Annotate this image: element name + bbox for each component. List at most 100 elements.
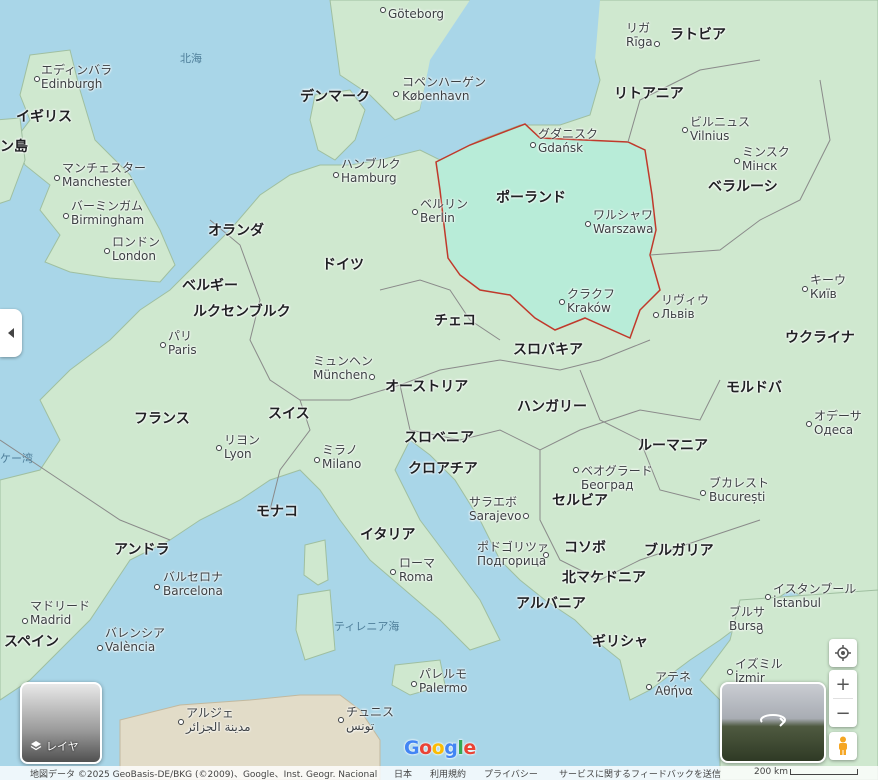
country-label-netherlands[interactable]: オランダ: [208, 223, 264, 239]
country-label-austria[interactable]: オーストリア: [385, 379, 468, 395]
city-label-milano[interactable]: ミラノ Milano: [322, 443, 361, 472]
country-label-france[interactable]: フランス: [134, 411, 190, 427]
country-label-isle[interactable]: ン島: [0, 139, 28, 155]
country-label-north_macedonia[interactable]: 北マケドニア: [562, 570, 646, 586]
city-marker-roma[interactable]: [390, 569, 396, 575]
city-label-podgorica[interactable]: ポドゴリツァ Подгорица: [477, 540, 549, 569]
city-marker-vilnius[interactable]: [682, 127, 688, 133]
city-label-krakow[interactable]: クラクフ Kraków: [567, 287, 615, 316]
city-label-gdansk[interactable]: グダニスク Gdańsk: [538, 127, 598, 156]
country-label-bulgaria[interactable]: ブルガリア: [644, 543, 714, 559]
zoom-in-button[interactable]: +: [829, 670, 857, 698]
city-label-odesa[interactable]: オデーサ Одеса: [814, 409, 862, 438]
country-label-latvia[interactable]: ラトビア: [670, 27, 726, 43]
street-view-thumbnail[interactable]: [720, 682, 826, 763]
country-label-poland[interactable]: ポーランド: [496, 190, 566, 206]
city-marker-odesa[interactable]: [806, 421, 812, 427]
privacy-link[interactable]: プライバシー: [484, 767, 538, 780]
city-marker-barcelona[interactable]: [154, 584, 160, 590]
city-marker-kyiv[interactable]: [802, 286, 808, 292]
country-label-albania[interactable]: アルバニア: [516, 596, 586, 612]
city-marker-lyon[interactable]: [216, 445, 222, 451]
city-marker-hamburg[interactable]: [333, 172, 339, 178]
city-label-london[interactable]: ロンドン London: [112, 235, 160, 264]
city-label-birmingham[interactable]: バーミンガム Birmingham: [71, 199, 144, 228]
city-label-bucuresti[interactable]: ブカレスト București: [709, 476, 769, 505]
city-label-madrid[interactable]: マドリード Madrid: [30, 599, 90, 628]
city-marker-krakow[interactable]: [559, 299, 565, 305]
city-marker-birmingham[interactable]: [63, 213, 69, 219]
city-marker-kobenhavn[interactable]: [393, 91, 399, 97]
city-label-valencia[interactable]: バレンシア València: [105, 626, 165, 655]
country-label-switzerland[interactable]: スイス: [268, 406, 310, 422]
city-marker-madrid[interactable]: [22, 618, 28, 624]
city-marker-edinburgh[interactable]: [34, 76, 40, 82]
feedback-link[interactable]: サービスに関するフィードバックを送信: [559, 767, 721, 780]
city-label-barcelona[interactable]: バルセロナ Barcelona: [163, 570, 223, 599]
city-label-hamburg[interactable]: ハンブルク Hamburg: [341, 157, 401, 186]
city-marker-sarajevo[interactable]: [523, 513, 529, 519]
country-label-monaco[interactable]: モナコ: [256, 504, 298, 520]
city-marker-manchester[interactable]: [54, 175, 60, 181]
country-label-spain[interactable]: スペイン: [4, 634, 59, 650]
country-label-lithuania[interactable]: リトアニア: [614, 86, 684, 102]
pegman-button[interactable]: [829, 732, 857, 760]
city-marker-gdansk[interactable]: [530, 142, 536, 148]
country-label-slovenia[interactable]: スロベニア: [404, 430, 474, 446]
country-label-germany[interactable]: ドイツ: [322, 257, 364, 273]
city-marker-berlin[interactable]: [412, 209, 418, 215]
country-label-luxembourg[interactable]: ルクセンブルク: [193, 304, 291, 320]
city-marker-goteborg[interactable]: [380, 7, 386, 13]
region-link[interactable]: 日本: [394, 767, 412, 780]
my-location-button[interactable]: [829, 639, 857, 667]
country-label-kosovo[interactable]: コソボ: [564, 540, 606, 556]
city-marker-warszawa[interactable]: [585, 221, 591, 227]
city-marker-istanbul[interactable]: [765, 594, 771, 600]
city-label-alger[interactable]: アルジェ مدينة الجزائر: [186, 706, 251, 735]
country-label-greece[interactable]: ギリシャ: [592, 634, 648, 650]
city-label-vilnius[interactable]: ビルニュス Vilnius: [690, 115, 750, 144]
city-label-warszawa[interactable]: ワルシャワ Warszawa: [593, 208, 653, 237]
city-marker-izmir[interactable]: [727, 669, 733, 675]
city-label-beograd[interactable]: ベオグラード Београд: [581, 464, 653, 493]
country-label-denmark[interactable]: デンマーク: [300, 89, 370, 105]
city-marker-palermo[interactable]: [411, 681, 417, 687]
city-label-bursa[interactable]: ブルサ Bursa: [729, 605, 765, 634]
city-marker-bucuresti[interactable]: [700, 490, 706, 496]
city-label-riga[interactable]: リガ Rīga: [626, 21, 653, 50]
layers-button[interactable]: レイヤ: [20, 682, 102, 764]
country-label-belgium[interactable]: ベルギー: [182, 278, 238, 294]
city-label-minsk[interactable]: ミンスク Мінск: [742, 145, 790, 174]
country-label-uk[interactable]: イギリス: [16, 109, 72, 125]
country-label-andorra[interactable]: アンドラ: [114, 542, 169, 558]
city-marker-alger[interactable]: [178, 719, 184, 725]
city-marker-tunis[interactable]: [338, 717, 344, 723]
city-label-goteborg[interactable]: Göteborg: [388, 7, 444, 22]
country-label-hungary[interactable]: ハンガリー: [517, 399, 587, 415]
terms-link[interactable]: 利用規約: [430, 767, 466, 780]
city-marker-beograd[interactable]: [573, 467, 579, 473]
city-marker-lviv[interactable]: [653, 312, 659, 318]
city-label-athina[interactable]: アテネ Αθήνα: [655, 670, 693, 699]
city-label-paris[interactable]: パリ Paris: [168, 329, 197, 358]
city-label-lviv[interactable]: リヴィウ Львів: [661, 293, 709, 322]
city-marker-milano[interactable]: [314, 457, 320, 463]
country-label-moldova[interactable]: モルドバ: [726, 380, 782, 396]
scale-label[interactable]: 200 km: [754, 767, 788, 777]
city-marker-riga[interactable]: [654, 41, 660, 47]
city-marker-minsk[interactable]: [734, 158, 740, 164]
city-label-edinburgh[interactable]: エディンバラ Edinburgh: [41, 63, 112, 92]
city-marker-athina[interactable]: [646, 684, 652, 690]
city-label-palermo[interactable]: パレルモ Palermo: [419, 667, 468, 696]
country-label-croatia[interactable]: クロアチア: [408, 461, 478, 477]
country-label-czech[interactable]: チェコ: [434, 313, 476, 329]
country-label-serbia[interactable]: セルビア: [552, 493, 608, 509]
country-label-belarus[interactable]: ベラルーシ: [708, 179, 778, 195]
city-label-sarajevo[interactable]: サラエボ Sarajevo: [469, 495, 521, 524]
country-label-ukraine[interactable]: ウクライナ: [785, 330, 855, 346]
city-label-munchen[interactable]: ミュンヘン München: [313, 354, 373, 383]
country-label-romania[interactable]: ルーマニア: [638, 438, 708, 454]
city-label-lyon[interactable]: リヨン Lyon: [224, 433, 260, 462]
country-label-slovakia[interactable]: スロバキア: [513, 342, 583, 358]
collapse-side-panel-button[interactable]: [0, 309, 22, 357]
